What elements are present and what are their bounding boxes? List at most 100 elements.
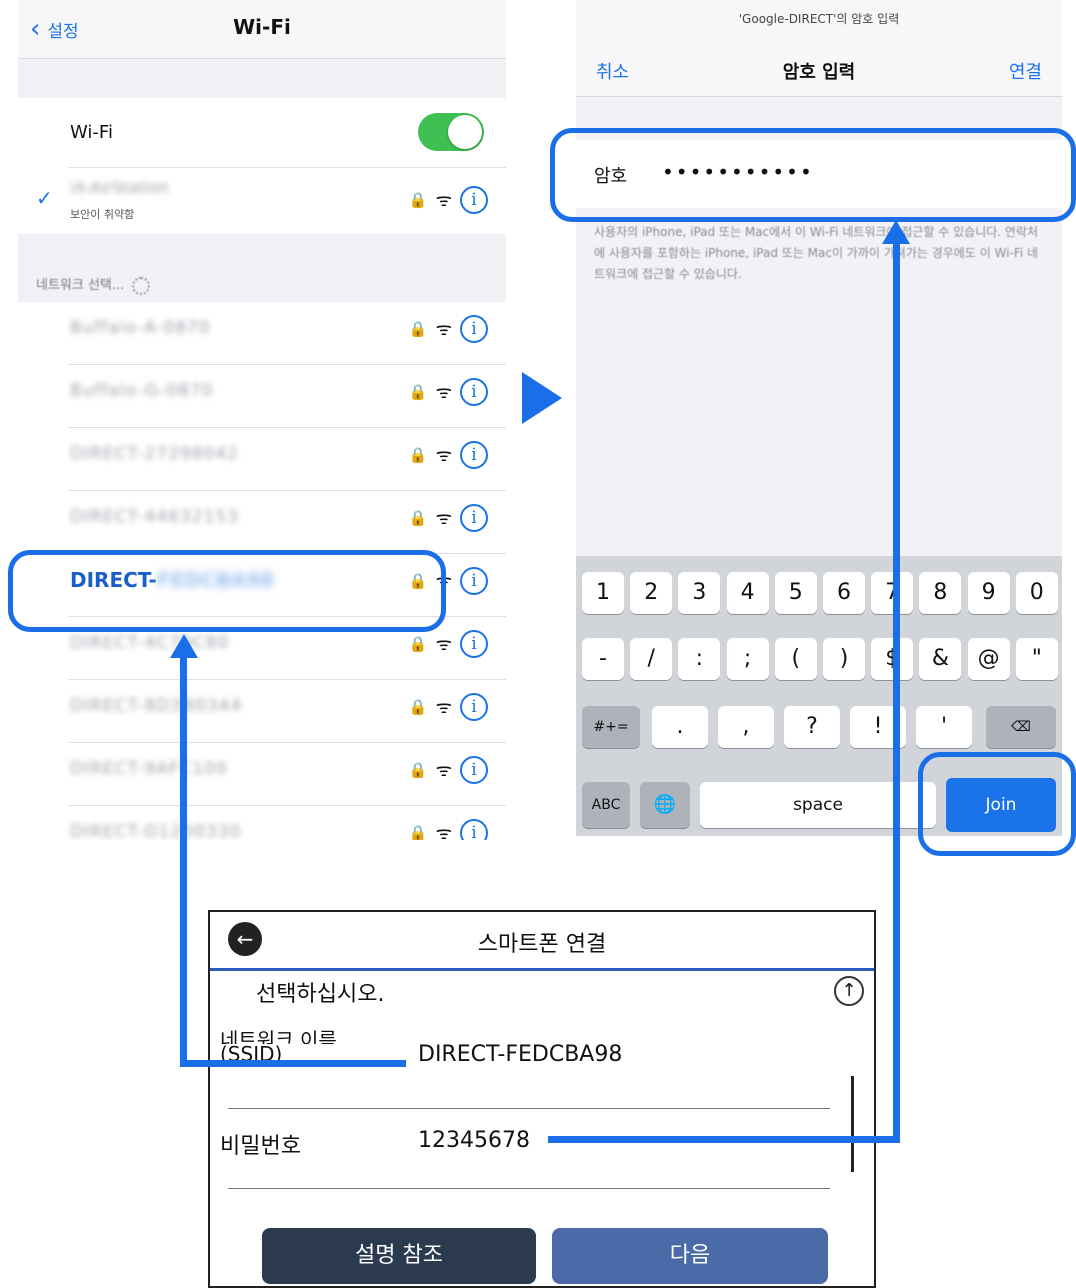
see-description-button[interactable]: 설명 참조 xyxy=(262,1228,536,1284)
key[interactable]: #+= xyxy=(582,706,640,748)
scrollbar[interactable] xyxy=(851,1076,854,1172)
lock-icon: 🔒 xyxy=(408,824,428,840)
key[interactable]: - xyxy=(582,638,624,680)
key[interactable]: 6 xyxy=(823,572,865,614)
connector-ssid-vertical xyxy=(180,654,187,1066)
page-title: Wi-Fi xyxy=(233,15,291,39)
network-name: DIRECT-9AFC100 xyxy=(70,759,229,779)
key[interactable]: / xyxy=(630,638,673,680)
info-icon[interactable]: i xyxy=(460,315,488,343)
next-step-arrow-icon xyxy=(522,372,562,424)
spinner-icon xyxy=(132,276,151,295)
wifi-navbar: ‹ 설정 Wi-Fi xyxy=(18,0,506,59)
key[interactable]: & xyxy=(919,638,962,680)
network-row[interactable]: DIRECT-D1200330 🔒 ᯤ i xyxy=(18,806,506,840)
key[interactable]: 1 xyxy=(582,572,624,614)
info-icon[interactable]: i xyxy=(460,441,488,469)
lock-icon: 🔒 xyxy=(408,761,428,779)
password-title: 암호 입력 xyxy=(782,62,856,83)
highlight-join-button xyxy=(918,752,1076,856)
key[interactable]: 9 xyxy=(967,572,1010,614)
abc-key[interactable]: ABC xyxy=(582,782,630,828)
wifi-toggle[interactable] xyxy=(418,113,484,151)
arrow-up-icon xyxy=(170,634,198,658)
key[interactable]: " xyxy=(1015,638,1058,680)
key[interactable]: ( xyxy=(774,638,817,680)
lock-icon: 🔒 xyxy=(408,509,428,527)
info-icon[interactable]: i xyxy=(460,630,488,658)
connected-network-subtitle: 보안이 취약함 xyxy=(70,208,135,221)
key[interactable]: ? xyxy=(784,706,840,748)
key[interactable]: : xyxy=(678,638,721,680)
key[interactable]: . xyxy=(652,706,708,748)
password-note: 사용자의 iPhone, iPad 또는 Mac에서 이 Wi-Fi 네트워크에… xyxy=(594,225,1039,281)
wifi-icon: ᯤ xyxy=(435,190,452,211)
wifi-icon: ᯤ xyxy=(435,760,452,781)
key[interactable]: @ xyxy=(967,638,1010,680)
instruction-text: 선택하십시오. xyxy=(256,982,385,1007)
wifi-label: Wi-Fi xyxy=(70,122,113,143)
password-label: 비밀번호 xyxy=(220,1134,301,1159)
info-icon[interactable]: i xyxy=(460,567,488,595)
printer-title: 스마트폰 연결 xyxy=(477,932,607,957)
key[interactable]: 2 xyxy=(630,572,673,614)
wifi-icon: ᯤ xyxy=(435,823,452,840)
key[interactable]: ' xyxy=(916,706,972,748)
network-prompt: 'Google-DIRECT'의 암호 입력 xyxy=(738,12,900,26)
highlight-password-field xyxy=(550,128,1076,222)
network-name: DIRECT-27298042 xyxy=(70,444,240,464)
connector-password-vertical xyxy=(893,240,900,1143)
printer-panel: ← 스마트폰 연결 선택하십시오. ↑ 네트워크 이름 (SSID) DIREC… xyxy=(208,910,876,1288)
info-icon[interactable]: i xyxy=(460,504,488,532)
key[interactable]: ) xyxy=(823,638,865,680)
key[interactable]: 0 xyxy=(1015,572,1058,614)
password-value: 12345678 xyxy=(418,1128,530,1153)
connected-network-row[interactable]: ✓ iX-AirStation 보안이 취약함 🔒 ᯤ i xyxy=(18,168,506,234)
network-row[interactable]: DIRECT-44632153 🔒 ᯤ i xyxy=(18,491,506,554)
next-button[interactable]: 다음 xyxy=(552,1228,828,1284)
key[interactable]: ; xyxy=(726,638,769,680)
key[interactable]: 5 xyxy=(774,572,817,614)
network-row[interactable]: Buffalo-G-0870 🔒 ᯤ i xyxy=(18,365,506,428)
network-row[interactable]: DIRECT-27298042 🔒 ᯤ i xyxy=(18,428,506,491)
key[interactable]: , xyxy=(718,706,774,748)
connect-button[interactable]: 연결 xyxy=(1009,58,1042,84)
checkmark-icon: ✓ xyxy=(36,186,53,210)
key[interactable]: 8 xyxy=(919,572,962,614)
info-icon[interactable]: i xyxy=(460,693,488,721)
network-name: Buffalo-G-0870 xyxy=(70,381,214,401)
scroll-up-icon[interactable]: ↑ xyxy=(834,976,864,1006)
password-entry-screen: 'Google-DIRECT'의 암호 입력 취소 암호 입력 연결 암호 ••… xyxy=(576,0,1062,836)
wifi-icon: ᯤ xyxy=(435,508,452,529)
wifi-settings-screen: ‹ 설정 Wi-Fi Wi-Fi ✓ iX-AirStation 보안이 취약함… xyxy=(18,0,506,840)
ssid-value: DIRECT-FEDCBA98 xyxy=(418,1042,623,1067)
wifi-icon: ᯤ xyxy=(435,319,452,340)
backspace-icon[interactable]: ⌫ xyxy=(986,706,1056,748)
network-row[interactable]: Buffalo-A-0870 🔒 ᯤ i xyxy=(18,302,506,365)
connected-network-name: iX-AirStation xyxy=(70,178,169,197)
printer-header: ← 스마트폰 연결 xyxy=(210,912,874,971)
key[interactable]: 3 xyxy=(678,572,721,614)
highlight-direct-network xyxy=(8,550,446,632)
wifi-icon: ᯤ xyxy=(435,697,452,718)
info-icon[interactable]: i xyxy=(460,819,488,840)
info-icon[interactable]: i xyxy=(460,186,488,214)
toggle-knob xyxy=(448,115,482,149)
info-icon[interactable]: i xyxy=(460,756,488,784)
space-key[interactable]: space xyxy=(700,782,936,828)
password-navbar: 'Google-DIRECT'의 암호 입력 취소 암호 입력 연결 xyxy=(576,0,1062,97)
wifi-icon: ᯤ xyxy=(435,445,452,466)
globe-icon[interactable]: 🌐 xyxy=(640,782,690,828)
lock-icon: 🔒 xyxy=(408,383,428,401)
wifi-icon: ᯤ xyxy=(435,382,452,403)
wifi-toggle-row: Wi-Fi xyxy=(18,98,506,168)
lock-icon: 🔒 xyxy=(408,446,428,464)
wifi-icon: ᯤ xyxy=(435,634,452,655)
key[interactable]: 4 xyxy=(726,572,769,614)
lock-icon: 🔒 xyxy=(408,320,428,338)
network-section-header: 네트워크 선택... xyxy=(36,274,151,295)
info-icon[interactable]: i xyxy=(460,378,488,406)
network-row[interactable]: DIRECT-8D3B0344 🔒 ᯤ i xyxy=(18,680,506,743)
network-name: Buffalo-A-0870 xyxy=(70,318,211,338)
network-row[interactable]: DIRECT-9AFC100 🔒 ᯤ i xyxy=(18,743,506,806)
